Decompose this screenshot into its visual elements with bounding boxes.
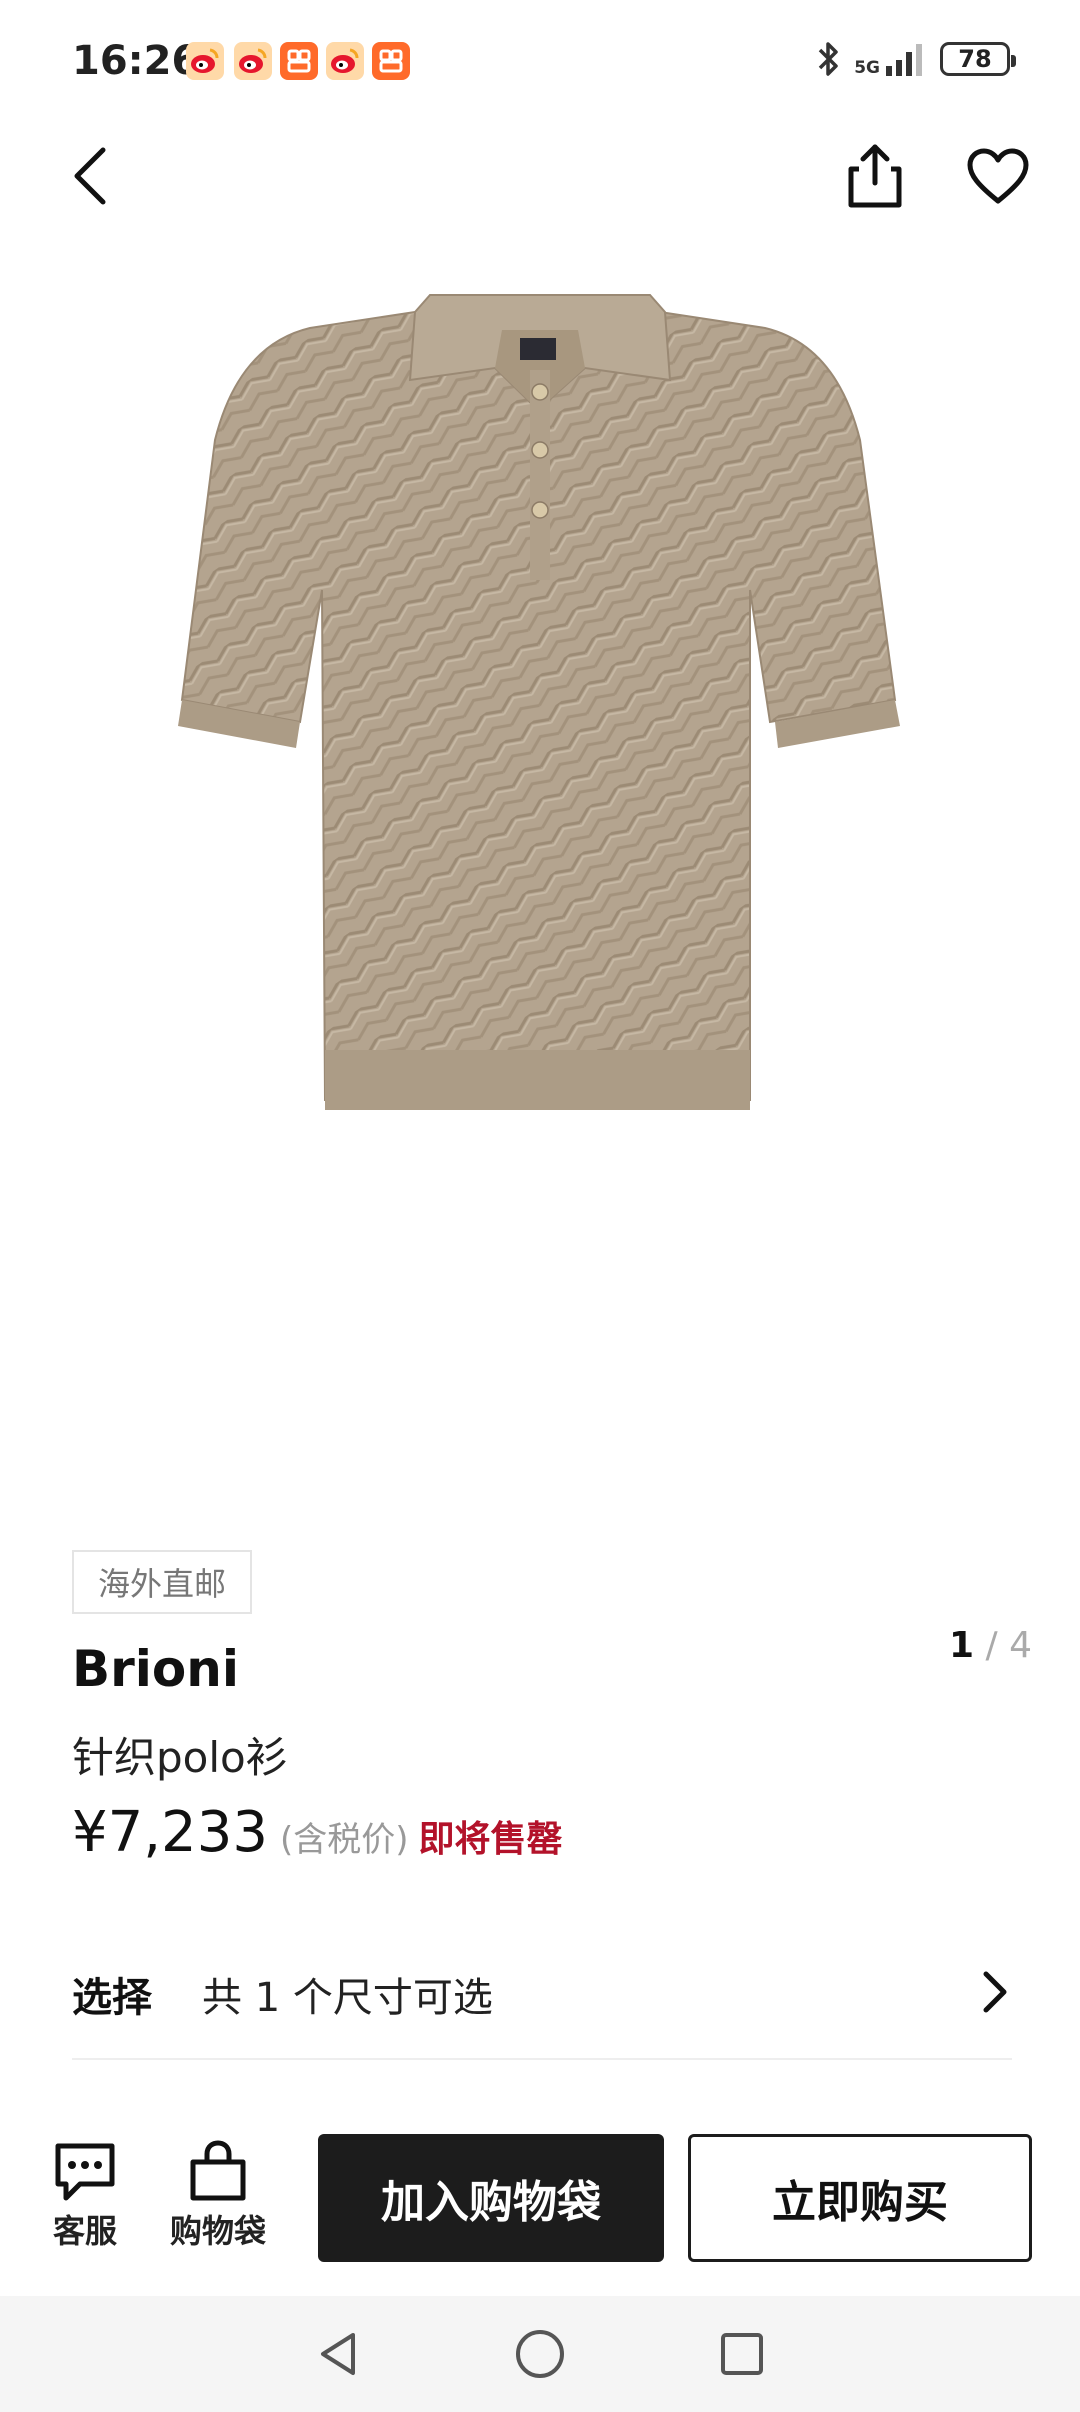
battery-level: 78 xyxy=(958,45,992,73)
shopping-bag-label: 购物袋 xyxy=(170,2212,267,2250)
add-to-bag-button[interactable]: 加入购物袋 xyxy=(318,2134,664,2262)
weibo-icon xyxy=(326,42,364,80)
status-time: 16:26 xyxy=(72,38,200,84)
share-button[interactable] xyxy=(840,136,910,216)
shopping-bag-icon xyxy=(190,2140,246,2201)
pager-separator: / xyxy=(985,1625,1010,1666)
app-icon xyxy=(372,42,410,80)
favorite-button[interactable] xyxy=(958,136,1038,216)
app-icon xyxy=(280,42,318,80)
product-detail-screen: 16:26 5G 78 1 / 4 海外直邮 Brioni 针织polo衫 ¥7… xyxy=(0,0,1080,2412)
customer-service-button[interactable]: 客服 xyxy=(52,2140,118,2252)
size-select-label: 选择 xyxy=(72,1975,152,2021)
bottom-action-bar: 客服 购物袋 加入购物袋 立即购买 xyxy=(0,2110,1080,2290)
product-price: ¥7,233 xyxy=(72,1800,268,1865)
weibo-icon xyxy=(186,42,224,80)
heart-icon xyxy=(967,148,1029,204)
pager-total: 4 xyxy=(1009,1625,1032,1666)
network-indicator: 5G xyxy=(854,42,928,78)
nav-recents-icon[interactable] xyxy=(717,2329,767,2379)
shipping-tag: 海外直邮 xyxy=(72,1550,253,1614)
chevron-right-icon xyxy=(983,1971,1007,2013)
chat-icon xyxy=(55,2143,115,2201)
signal-icon xyxy=(886,44,922,76)
pager-current: 1 xyxy=(949,1625,975,1666)
customer-service-label: 客服 xyxy=(52,2212,117,2250)
size-select-row[interactable]: 选择 共 1 个尺寸可选 xyxy=(72,1930,1012,2060)
system-navigation-bar xyxy=(0,2296,1080,2412)
product-image xyxy=(178,294,900,1110)
brand-name[interactable]: Brioni xyxy=(72,1640,239,1698)
tax-note: (含税价) xyxy=(279,1820,409,1860)
nav-home-icon[interactable] xyxy=(513,2327,567,2381)
shopping-bag-button[interactable]: 购物袋 xyxy=(170,2140,266,2252)
buy-now-button[interactable]: 立即购买 xyxy=(688,2134,1032,2262)
bluetooth-icon xyxy=(818,42,838,76)
status-bar: 16:26 5G 78 xyxy=(0,0,1080,120)
back-button[interactable] xyxy=(54,136,124,216)
status-indicators: 5G 78 xyxy=(814,40,1016,78)
network-type: 5G xyxy=(854,58,880,78)
chevron-left-icon xyxy=(74,147,106,205)
battery-indicator: 78 xyxy=(940,42,1016,76)
product-title: 针织polo衫 xyxy=(72,1733,288,1782)
weibo-icon xyxy=(234,42,272,80)
image-pager: 1 / 4 xyxy=(949,1625,1032,1666)
share-icon xyxy=(848,144,902,208)
stock-status: 即将售罄 xyxy=(418,1819,563,1860)
price-row: ¥7,233 (含税价) 即将售罄 xyxy=(72,1800,563,1865)
size-select-value: 共 1 个尺寸可选 xyxy=(202,1975,493,2021)
nav-back-icon[interactable] xyxy=(313,2329,363,2379)
product-image-gallery[interactable]: 1 / 4 xyxy=(0,240,1080,1666)
